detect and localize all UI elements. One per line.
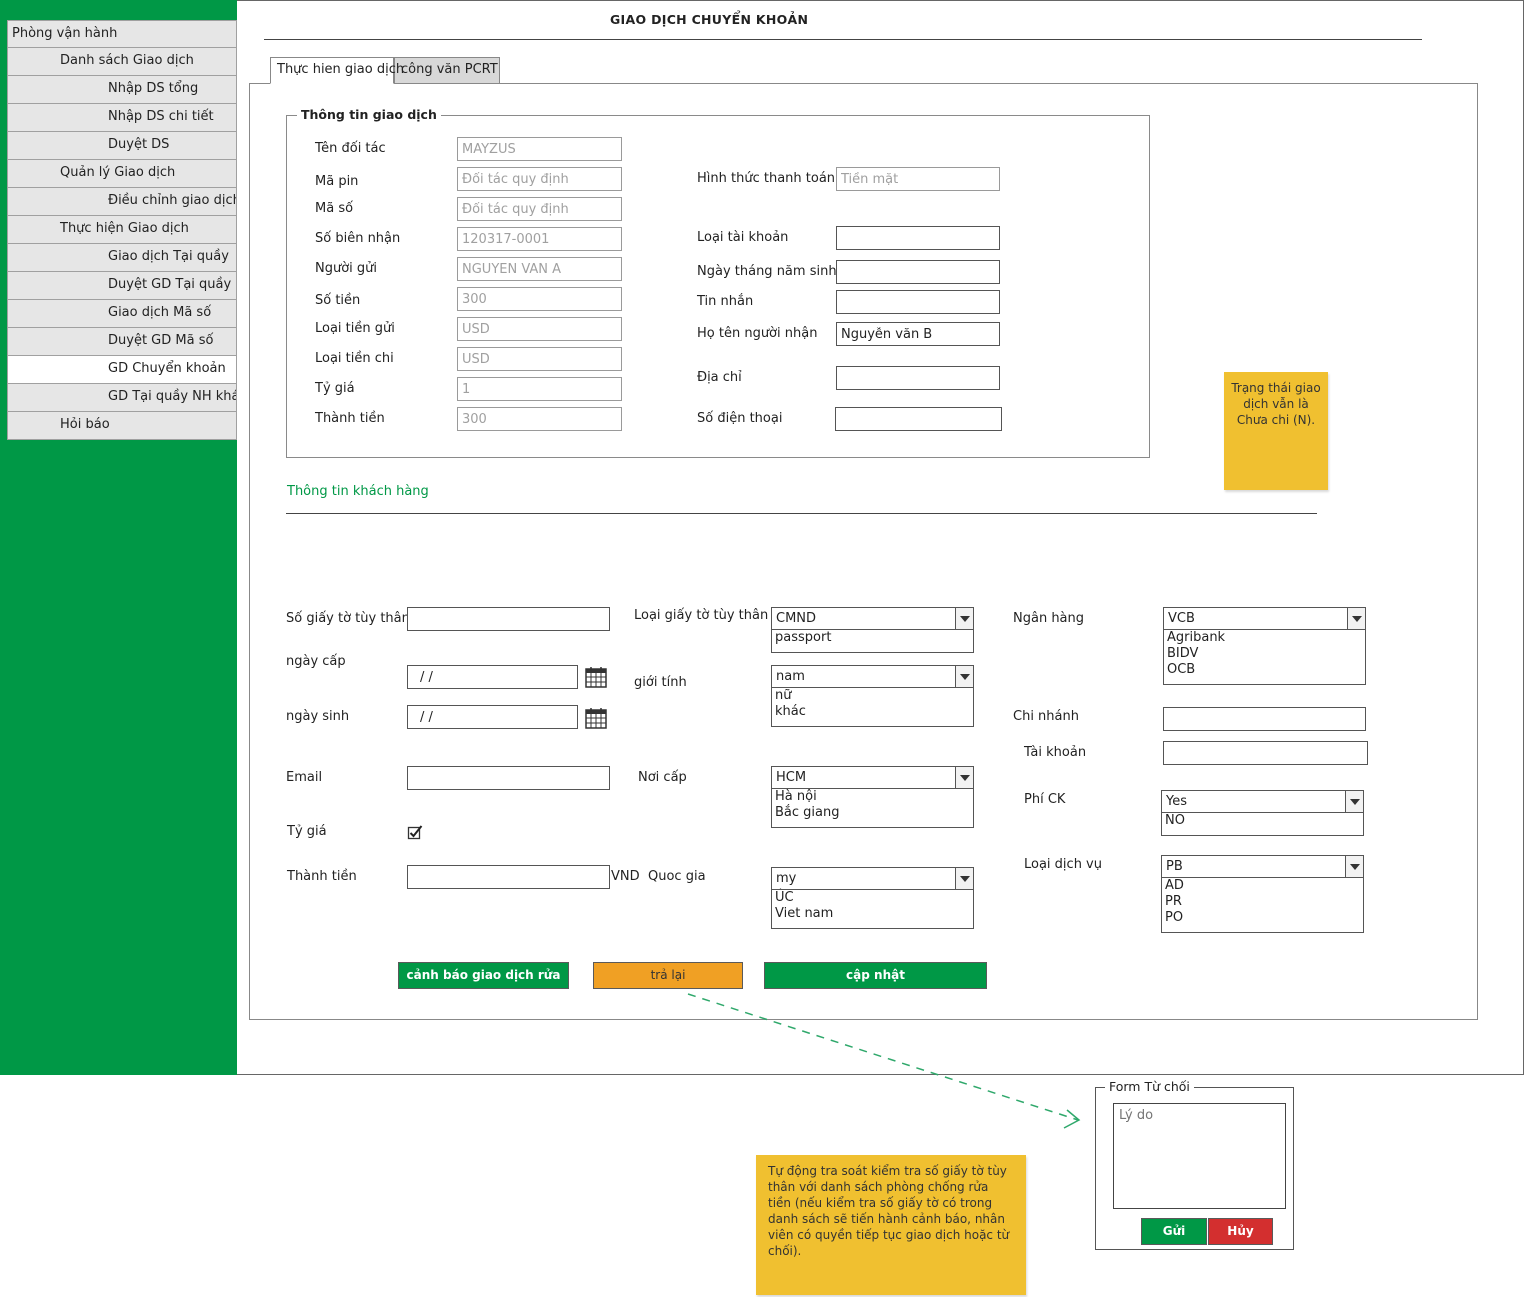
- tab-thuc-hien-giao-dich[interactable]: Thực hien giao dịch: [270, 57, 404, 84]
- cancel-button[interactable]: Hủy: [1208, 1218, 1273, 1245]
- connector-arrow: [687, 993, 1081, 1129]
- send-button[interactable]: Gửi: [1141, 1218, 1207, 1245]
- aml-note-text: Tự động tra soát kiểm tra số giấy tờ tùy…: [768, 1164, 1010, 1258]
- reject-reason-field[interactable]: [1113, 1103, 1286, 1209]
- reject-form-legend: Form Từ chối: [1105, 1079, 1194, 1094]
- aml-sticky-note: Tự động tra soát kiểm tra số giấy tờ tùy…: [756, 1155, 1026, 1295]
